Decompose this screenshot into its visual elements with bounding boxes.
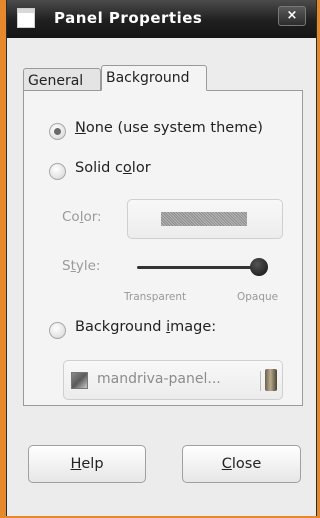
- scale-label-transparent: Transparent: [124, 291, 187, 303]
- window-title: Panel Properties: [54, 9, 203, 27]
- radio-solid-color[interactable]: [49, 163, 66, 180]
- color-label: Color:: [62, 209, 102, 225]
- style-label: Style:: [62, 258, 101, 274]
- radio-background-image[interactable]: [49, 322, 66, 339]
- scale-label-opaque: Opaque: [237, 291, 279, 303]
- radio-none-label[interactable]: None (use system theme): [75, 120, 263, 136]
- title-bar[interactable]: Panel Properties ×: [7, 0, 316, 38]
- radio-solid-color-label[interactable]: Solid color: [75, 160, 151, 176]
- tab-general-label: General: [28, 73, 84, 89]
- tab-general[interactable]: General: [23, 68, 101, 92]
- help-button[interactable]: Help: [28, 445, 146, 483]
- close-button[interactable]: Close: [182, 445, 301, 483]
- image-file-icon: [71, 372, 88, 389]
- background-tab-panel: [23, 90, 303, 406]
- tab-background-label: Background: [106, 70, 190, 86]
- folder-icon: [265, 369, 277, 391]
- tab-background[interactable]: Background: [101, 65, 207, 91]
- image-file-name: mandriva-panel...: [97, 371, 221, 387]
- style-slider-thumb[interactable]: [250, 258, 268, 276]
- radio-background-image-label[interactable]: Background image:: [75, 319, 216, 335]
- file-chooser-separator: [260, 371, 261, 391]
- window-close-button[interactable]: ×: [278, 6, 306, 26]
- image-file-chooser-button[interactable]: mandriva-panel...: [63, 360, 283, 400]
- color-swatch: [161, 212, 247, 226]
- style-slider-track[interactable]: [137, 266, 265, 269]
- window-app-icon: [17, 8, 35, 28]
- color-picker-button[interactable]: [127, 199, 283, 239]
- radio-none[interactable]: [49, 123, 66, 140]
